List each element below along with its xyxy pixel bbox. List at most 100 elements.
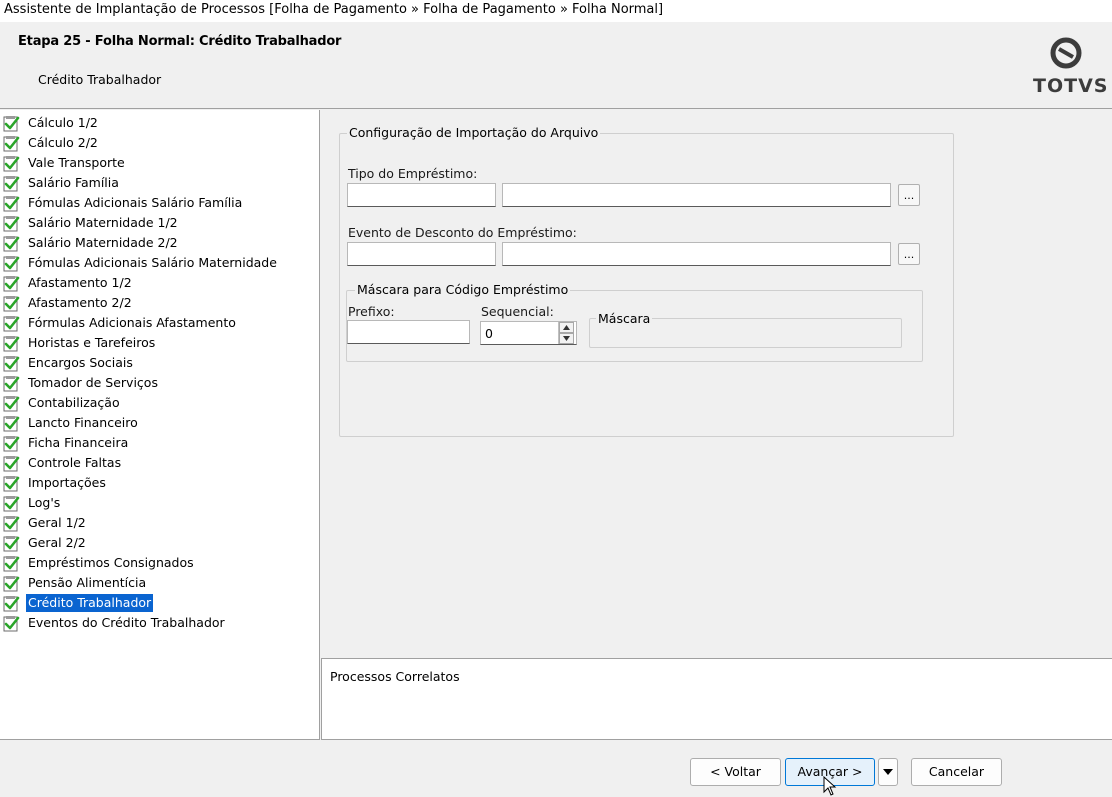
- tree-item[interactable]: Eventos do Crédito Trabalhador: [0, 613, 319, 633]
- tree-item[interactable]: Controle Faltas: [0, 453, 319, 473]
- checkmark-icon: [3, 155, 20, 171]
- checkmark-icon: [3, 475, 20, 491]
- checkmark-icon: [3, 415, 20, 431]
- tipo-emprestimo-lookup-button[interactable]: ...: [898, 184, 920, 206]
- tree-item[interactable]: Fómulas Adicionais Salário Família: [0, 193, 319, 213]
- tree-item-label: Salário Maternidade 1/2: [28, 215, 178, 230]
- tree-item-label: Lancto Financeiro: [28, 415, 138, 430]
- tree-item[interactable]: Crédito Trabalhador: [0, 593, 319, 613]
- checkmark-icon: [3, 355, 20, 371]
- checkmark-icon: [3, 255, 20, 271]
- tree-item-label: Pensão Alimentícia: [28, 575, 147, 590]
- steps-tree: Cálculo 1/2 Cálculo 2/2 Vale Transporte Sal…: [0, 110, 320, 740]
- tree-item[interactable]: Vale Transporte: [0, 153, 319, 173]
- tree-item[interactable]: Cálculo 1/2: [0, 113, 319, 133]
- wizard-window: Assistente de Implantação de Processos […: [0, 0, 1112, 797]
- step-subtitle: Crédito Trabalhador: [38, 72, 162, 87]
- tree-item-label: Contabilização: [28, 395, 120, 410]
- evento-desconto-code-input[interactable]: [347, 242, 496, 266]
- checkmark-icon: [3, 555, 20, 571]
- tree-item[interactable]: Contabilização: [0, 393, 319, 413]
- import-config-title: Configuração de Importação do Arquivo: [347, 125, 601, 140]
- checkmark-icon: [3, 395, 20, 411]
- tree-item[interactable]: Fómulas Adicionais Salário Maternidade: [0, 253, 319, 273]
- tree-item-label: Fómulas Adicionais Salário Família: [28, 195, 243, 210]
- checkmark-icon: [3, 135, 20, 151]
- tree-item[interactable]: Afastamento 1/2: [0, 273, 319, 293]
- tree-item-label: Fómulas Adicionais Salário Maternidade: [28, 255, 277, 270]
- tree-item[interactable]: Log's: [0, 493, 319, 513]
- tipo-emprestimo-label: Tipo do Empréstimo:: [348, 166, 478, 181]
- tree-item-label: Eventos do Crédito Trabalhador: [28, 615, 225, 630]
- sequencial-spinner[interactable]: [558, 322, 574, 344]
- checkmark-icon: [3, 435, 20, 451]
- tree-item-label: Fórmulas Adicionais Afastamento: [28, 315, 236, 330]
- tree-item[interactable]: Horistas e Tarefeiros: [0, 333, 319, 353]
- wizard-header: Etapa 25 - Folha Normal: Crédito Trabalh…: [0, 22, 1112, 109]
- window-title: Assistente de Implantação de Processos […: [0, 0, 1112, 22]
- step-title: Etapa 25 - Folha Normal: Crédito Trabalh…: [18, 34, 342, 49]
- tree-item-label: Geral 1/2: [28, 515, 86, 530]
- evento-desconto-desc-input[interactable]: [502, 242, 891, 266]
- tree-item-label: Cálculo 1/2: [28, 115, 98, 130]
- mascara-group-title: Máscara para Código Empréstimo: [355, 282, 571, 297]
- back-button[interactable]: < Voltar: [690, 758, 781, 786]
- tree-item-label: Horistas e Tarefeiros: [28, 335, 156, 350]
- checkmark-icon: [3, 615, 20, 631]
- tree-item-label: Geral 2/2: [28, 535, 86, 550]
- checkmark-icon: [3, 215, 20, 231]
- evento-desconto-lookup-button[interactable]: ...: [898, 243, 920, 265]
- processos-correlatos-title: Processos Correlatos: [330, 669, 460, 684]
- tree-item-label: Salário Maternidade 2/2: [28, 235, 178, 250]
- checkmark-icon: [3, 115, 20, 131]
- mascara-preview-box: Máscara: [589, 311, 902, 348]
- checkmark-icon: [3, 535, 20, 551]
- tree-item[interactable]: Tomador de Serviços: [0, 373, 319, 393]
- tree-item-label: Afastamento 2/2: [28, 295, 132, 310]
- mascara-label: Máscara: [596, 311, 653, 326]
- tree-item[interactable]: Fórmulas Adicionais Afastamento: [0, 313, 319, 333]
- spin-up-icon[interactable]: [559, 322, 574, 333]
- tree-item[interactable]: Salário Maternidade 1/2: [0, 213, 319, 233]
- prefixo-input[interactable]: [347, 320, 470, 344]
- totvs-logo-text: TOTVS: [1033, 75, 1109, 97]
- tree-item-label: Importações: [28, 475, 106, 490]
- chevron-down-icon: [883, 769, 893, 775]
- cancel-button[interactable]: Cancelar: [911, 758, 1002, 786]
- processos-correlatos-panel: Processos Correlatos: [321, 658, 1112, 740]
- next-options-button[interactable]: [878, 758, 898, 786]
- tree-item[interactable]: Importações: [0, 473, 319, 493]
- evento-desconto-label: Evento de Desconto do Empréstimo:: [348, 225, 577, 240]
- tipo-emprestimo-code-input[interactable]: [347, 183, 496, 207]
- tipo-emprestimo-desc-input[interactable]: [502, 183, 891, 207]
- tree-item[interactable]: Pensão Alimentícia: [0, 573, 319, 593]
- tree-item[interactable]: Empréstimos Consignados: [0, 553, 319, 573]
- checkmark-icon: [3, 275, 20, 291]
- tree-item[interactable]: Salário Família: [0, 173, 319, 193]
- wizard-footer: < Voltar Avançar > Cancelar: [0, 741, 1112, 797]
- checkmark-icon: [3, 595, 20, 611]
- checkmark-icon: [3, 495, 20, 511]
- tree-item[interactable]: Cálculo 2/2: [0, 133, 319, 153]
- checkmark-icon: [3, 295, 20, 311]
- sequencial-label: Sequencial:: [481, 304, 554, 319]
- tree-item[interactable]: Salário Maternidade 2/2: [0, 233, 319, 253]
- tree-item-label: Encargos Sociais: [28, 355, 133, 370]
- totvs-logo: TOTVS: [1030, 37, 1107, 99]
- tree-item[interactable]: Geral 1/2: [0, 513, 319, 533]
- checkmark-icon: [3, 315, 20, 331]
- spin-down-icon[interactable]: [559, 333, 574, 344]
- tree-item-label: Afastamento 1/2: [28, 275, 132, 290]
- checkmark-icon: [3, 515, 20, 531]
- tree-item[interactable]: Ficha Financeira: [0, 433, 319, 453]
- checkmark-icon: [3, 235, 20, 251]
- tree-item[interactable]: Afastamento 2/2: [0, 293, 319, 313]
- tree-item-label: Tomador de Serviços: [28, 375, 158, 390]
- tree-item[interactable]: Encargos Sociais: [0, 353, 319, 373]
- tree-item-label: Empréstimos Consignados: [28, 555, 194, 570]
- checkmark-icon: [3, 375, 20, 391]
- tree-item[interactable]: Geral 2/2: [0, 533, 319, 553]
- tree-item-label: Controle Faltas: [28, 455, 122, 470]
- checkmark-icon: [3, 455, 20, 471]
- tree-item[interactable]: Lancto Financeiro: [0, 413, 319, 433]
